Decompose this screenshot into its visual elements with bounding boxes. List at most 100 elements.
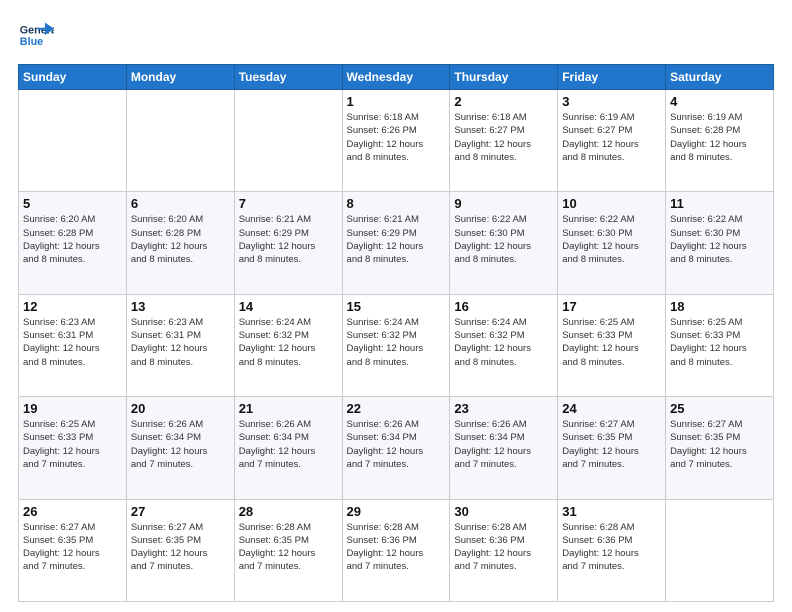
calendar-cell: 31Sunrise: 6:28 AM Sunset: 6:36 PM Dayli… — [558, 499, 666, 601]
day-number: 31 — [562, 504, 661, 519]
day-info: Sunrise: 6:23 AM Sunset: 6:31 PM Dayligh… — [131, 316, 230, 369]
day-info: Sunrise: 6:26 AM Sunset: 6:34 PM Dayligh… — [239, 418, 338, 471]
calendar-cell: 5 Sunrise: 6:20 AM Sunset: 6:28 PM Daylig… — [19, 192, 127, 294]
day-number: 26 — [23, 504, 122, 519]
day-info: Sunrise: 6:26 AM Sunset: 6:34 PM Dayligh… — [131, 418, 230, 471]
calendar-cell: 9 Sunrise: 6:22 AM Sunset: 6:30 PM Daylig… — [450, 192, 558, 294]
day-info: Sunrise: 6:21 AM Sunset: 6:29 PM Dayligh… — [347, 213, 446, 266]
day-info: Sunrise: 6:25 AM Sunset: 6:33 PM Dayligh… — [23, 418, 122, 471]
weekday-header-row: SundayMondayTuesdayWednesdayThursdayFrid… — [19, 65, 774, 90]
weekday-header-wednesday: Wednesday — [342, 65, 450, 90]
calendar-table: SundayMondayTuesdayWednesdayThursdayFrid… — [18, 64, 774, 602]
calendar-cell: 3 Sunrise: 6:19 AM Sunset: 6:27 PM Daylig… — [558, 90, 666, 192]
calendar-cell: 27 Sunrise: 6:27 AM Sunset: 6:35 PM Dayli… — [126, 499, 234, 601]
calendar-cell — [234, 90, 342, 192]
day-info: Sunrise: 6:22 AM Sunset: 6:30 PM Dayligh… — [562, 213, 661, 266]
day-info: Sunrise: 6:21 AM Sunset: 6:29 PM Dayligh… — [239, 213, 338, 266]
day-info: Sunrise: 6:23 AM Sunset: 6:31 PM Dayligh… — [23, 316, 122, 369]
day-number: 6 — [131, 196, 230, 211]
day-number: 10 — [562, 196, 661, 211]
calendar-cell: 13 Sunrise: 6:23 AM Sunset: 6:31 PM Dayli… — [126, 294, 234, 396]
day-info: Sunrise: 6:25 AM Sunset: 6:33 PM Dayligh… — [562, 316, 661, 369]
day-number: 18 — [670, 299, 769, 314]
week-row-5: 26 Sunrise: 6:27 AM Sunset: 6:35 PM Dayli… — [19, 499, 774, 601]
day-number: 20 — [131, 401, 230, 416]
day-number: 11 — [670, 196, 769, 211]
calendar-cell: 24 Sunrise: 6:27 AM Sunset: 6:35 PM Dayli… — [558, 397, 666, 499]
weekday-header-saturday: Saturday — [666, 65, 774, 90]
weekday-header-thursday: Thursday — [450, 65, 558, 90]
calendar-cell: 7 Sunrise: 6:21 AM Sunset: 6:29 PM Daylig… — [234, 192, 342, 294]
day-info: Sunrise: 6:24 AM Sunset: 6:32 PM Dayligh… — [239, 316, 338, 369]
calendar-cell: 19 Sunrise: 6:25 AM Sunset: 6:33 PM Dayli… — [19, 397, 127, 499]
day-number: 29 — [347, 504, 446, 519]
weekday-header-tuesday: Tuesday — [234, 65, 342, 90]
day-info: Sunrise: 6:19 AM Sunset: 6:28 PM Dayligh… — [670, 111, 769, 164]
calendar-cell: 12 Sunrise: 6:23 AM Sunset: 6:31 PM Dayli… — [19, 294, 127, 396]
day-info: Sunrise: 6:24 AM Sunset: 6:32 PM Dayligh… — [347, 316, 446, 369]
day-number: 28 — [239, 504, 338, 519]
calendar-cell: 22Sunrise: 6:26 AM Sunset: 6:34 PM Dayli… — [342, 397, 450, 499]
day-info: Sunrise: 6:28 AM Sunset: 6:36 PM Dayligh… — [454, 521, 553, 574]
day-info: Sunrise: 6:28 AM Sunset: 6:35 PM Dayligh… — [239, 521, 338, 574]
calendar-cell: 25 Sunrise: 6:27 AM Sunset: 6:35 PM Dayli… — [666, 397, 774, 499]
day-info: Sunrise: 6:19 AM Sunset: 6:27 PM Dayligh… — [562, 111, 661, 164]
day-number: 1 — [347, 94, 446, 109]
calendar-cell: 10 Sunrise: 6:22 AM Sunset: 6:30 PM Dayli… — [558, 192, 666, 294]
day-info: Sunrise: 6:28 AM Sunset: 6:36 PM Dayligh… — [347, 521, 446, 574]
day-number: 13 — [131, 299, 230, 314]
weekday-header-monday: Monday — [126, 65, 234, 90]
day-number: 17 — [562, 299, 661, 314]
week-row-3: 12 Sunrise: 6:23 AM Sunset: 6:31 PM Dayli… — [19, 294, 774, 396]
day-info: Sunrise: 6:24 AM Sunset: 6:32 PM Dayligh… — [454, 316, 553, 369]
calendar-cell: 18 Sunrise: 6:25 AM Sunset: 6:33 PM Dayli… — [666, 294, 774, 396]
week-row-1: 1 Sunrise: 6:18 AM Sunset: 6:26 PM Daylig… — [19, 90, 774, 192]
day-info: Sunrise: 6:27 AM Sunset: 6:35 PM Dayligh… — [670, 418, 769, 471]
header: General Blue — [18, 18, 774, 54]
day-number: 25 — [670, 401, 769, 416]
calendar-cell: 29 Sunrise: 6:28 AM Sunset: 6:36 PM Dayli… — [342, 499, 450, 601]
calendar-cell — [19, 90, 127, 192]
calendar-cell: 23 Sunrise: 6:26 AM Sunset: 6:34 PM Dayli… — [450, 397, 558, 499]
day-number: 9 — [454, 196, 553, 211]
calendar-cell: 20 Sunrise: 6:26 AM Sunset: 6:34 PM Dayli… — [126, 397, 234, 499]
day-number: 14 — [239, 299, 338, 314]
calendar-cell: 28 Sunrise: 6:28 AM Sunset: 6:35 PM Dayli… — [234, 499, 342, 601]
day-info: Sunrise: 6:22 AM Sunset: 6:30 PM Dayligh… — [670, 213, 769, 266]
day-number: 16 — [454, 299, 553, 314]
day-info: Sunrise: 6:26 AM Sunset: 6:34 PM Dayligh… — [454, 418, 553, 471]
calendar-cell: 4 Sunrise: 6:19 AM Sunset: 6:28 PM Daylig… — [666, 90, 774, 192]
day-number: 23 — [454, 401, 553, 416]
day-number: 12 — [23, 299, 122, 314]
day-number: 27 — [131, 504, 230, 519]
day-info: Sunrise: 6:25 AM Sunset: 6:33 PM Dayligh… — [670, 316, 769, 369]
logo: General Blue — [18, 18, 54, 54]
day-number: 24 — [562, 401, 661, 416]
calendar-cell: 2 Sunrise: 6:18 AM Sunset: 6:27 PM Daylig… — [450, 90, 558, 192]
day-number: 3 — [562, 94, 661, 109]
day-info: Sunrise: 6:27 AM Sunset: 6:35 PM Dayligh… — [23, 521, 122, 574]
day-number: 2 — [454, 94, 553, 109]
day-info: Sunrise: 6:18 AM Sunset: 6:27 PM Dayligh… — [454, 111, 553, 164]
calendar-cell: 26 Sunrise: 6:27 AM Sunset: 6:35 PM Dayli… — [19, 499, 127, 601]
day-info: Sunrise: 6:22 AM Sunset: 6:30 PM Dayligh… — [454, 213, 553, 266]
calendar-cell — [126, 90, 234, 192]
calendar-cell: 8 Sunrise: 6:21 AM Sunset: 6:29 PM Daylig… — [342, 192, 450, 294]
day-number: 21 — [239, 401, 338, 416]
day-info: Sunrise: 6:27 AM Sunset: 6:35 PM Dayligh… — [131, 521, 230, 574]
day-number: 7 — [239, 196, 338, 211]
svg-text:Blue: Blue — [20, 36, 43, 48]
day-number: 5 — [23, 196, 122, 211]
calendar-cell: 21 Sunrise: 6:26 AM Sunset: 6:34 PM Dayli… — [234, 397, 342, 499]
calendar-cell: 1 Sunrise: 6:18 AM Sunset: 6:26 PM Daylig… — [342, 90, 450, 192]
day-info: Sunrise: 6:18 AM Sunset: 6:26 PM Dayligh… — [347, 111, 446, 164]
calendar-cell: 15Sunrise: 6:24 AM Sunset: 6:32 PM Dayli… — [342, 294, 450, 396]
day-info: Sunrise: 6:20 AM Sunset: 6:28 PM Dayligh… — [23, 213, 122, 266]
calendar-cell: 11 Sunrise: 6:22 AM Sunset: 6:30 PM Dayli… — [666, 192, 774, 294]
weekday-header-sunday: Sunday — [19, 65, 127, 90]
day-number: 8 — [347, 196, 446, 211]
calendar-cell: 6Sunrise: 6:20 AM Sunset: 6:28 PM Daylig… — [126, 192, 234, 294]
day-number: 4 — [670, 94, 769, 109]
day-info: Sunrise: 6:27 AM Sunset: 6:35 PM Dayligh… — [562, 418, 661, 471]
day-number: 19 — [23, 401, 122, 416]
